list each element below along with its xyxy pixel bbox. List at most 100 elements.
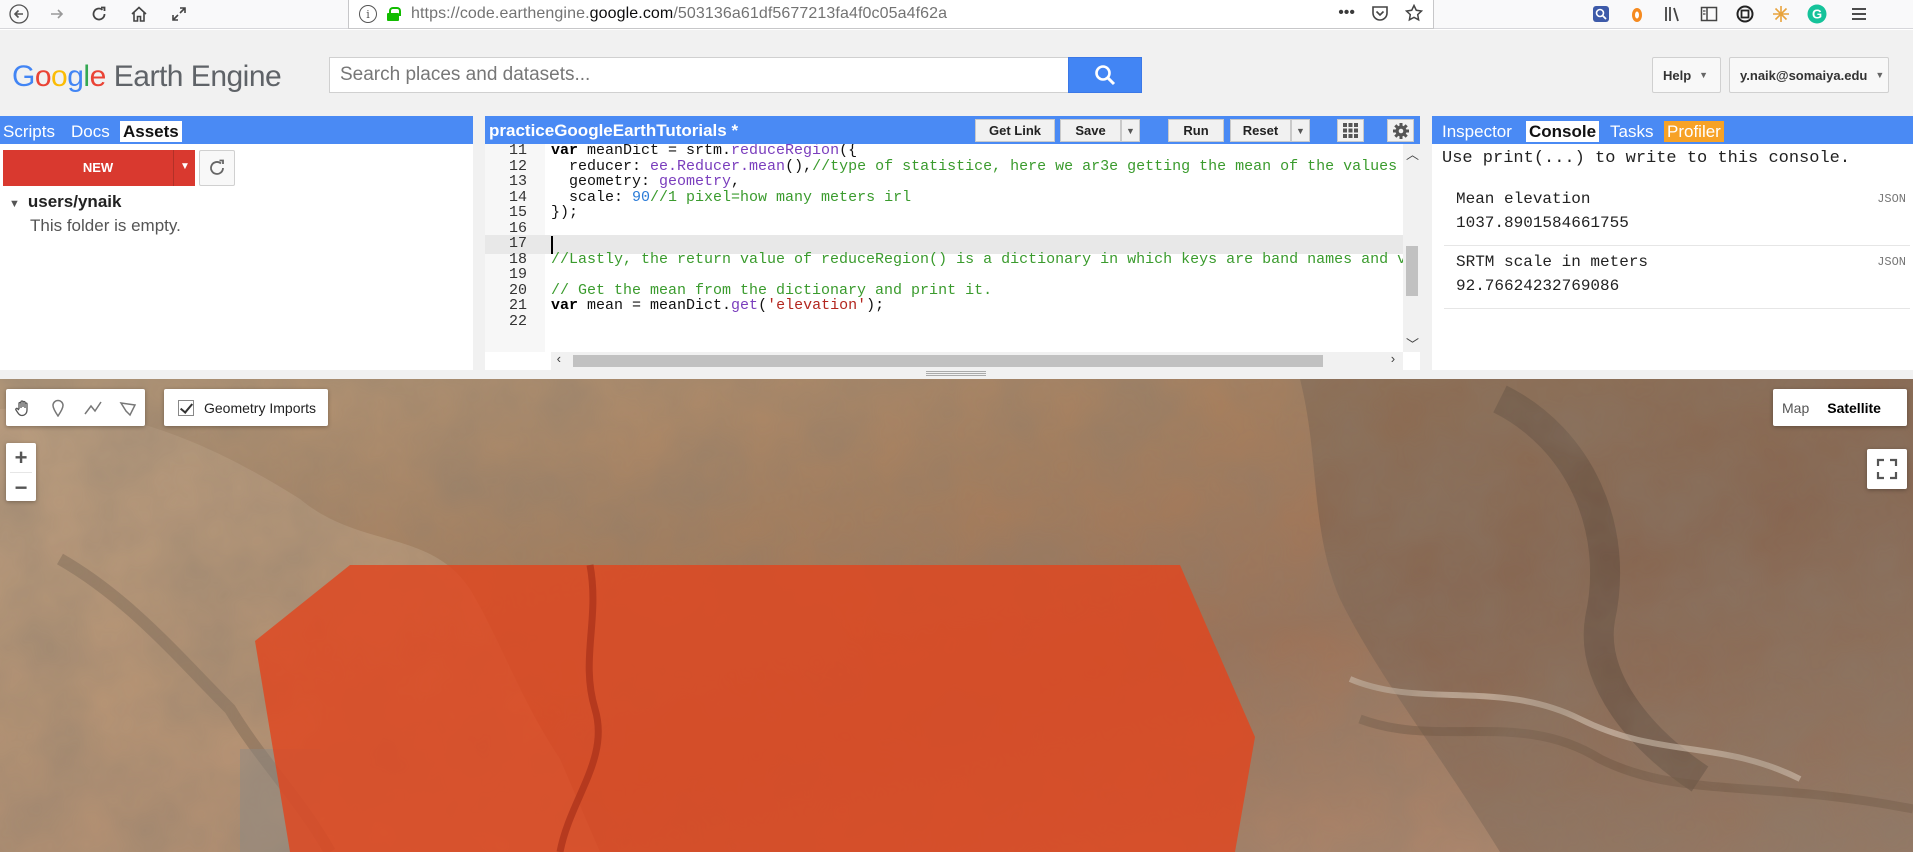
code-text[interactable]: scale: 90//1 pixel=how many meters irl — [551, 189, 911, 206]
chevron-down-icon: ▼ — [1296, 125, 1305, 136]
tab-inspector[interactable]: Inspector — [1439, 121, 1515, 142]
map-splitter[interactable] — [0, 370, 1913, 379]
forward-icon[interactable] — [44, 2, 70, 26]
code-text[interactable]: reducer: ee.Reducer.mean(),//type of sta… — [551, 158, 1397, 175]
url-bar[interactable]: i https://code.earthengine.google.com/50… — [348, 0, 1434, 29]
chevron-down-icon[interactable]: ▼ — [180, 161, 190, 172]
scroll-down-icon[interactable]: ﹀ — [1406, 334, 1419, 353]
back-icon[interactable] — [6, 2, 32, 26]
scroll-left-icon[interactable]: ‹ — [555, 352, 563, 367]
code-text[interactable]: }); — [551, 204, 578, 221]
library-icon[interactable] — [1662, 3, 1684, 25]
left-panel-splitter[interactable] — [473, 116, 485, 370]
reload-icon[interactable] — [86, 2, 112, 26]
search-button[interactable] — [1068, 57, 1142, 93]
extension-lantern-icon[interactable] — [1626, 3, 1648, 25]
bookmark-star-icon[interactable] — [1404, 3, 1424, 27]
run-button[interactable]: Run — [1168, 119, 1224, 142]
pocket-icon[interactable] — [1371, 4, 1389, 27]
refresh-icon — [210, 159, 224, 175]
map-type-map[interactable]: Map — [1773, 400, 1818, 416]
vertical-scrollbar[interactable]: ︿ ﹀ — [1403, 144, 1420, 353]
output-value[interactable]: 92.76624232769086 — [1456, 277, 1619, 295]
account-button[interactable]: y.naik@somaiya.edu ▼ — [1729, 57, 1889, 93]
marker-icon[interactable] — [41, 389, 76, 426]
polygon-tool-icon[interactable] — [110, 389, 145, 426]
save-dropdown-button[interactable]: ▼ — [1121, 119, 1140, 142]
map-type-control: Map Satellite — [1773, 389, 1907, 426]
apps-button[interactable] — [1337, 119, 1364, 142]
zoom-in-button[interactable]: + — [6, 443, 36, 472]
tab-scripts[interactable]: Scripts — [0, 121, 58, 142]
horizontal-scrollbar[interactable]: ‹ › — [551, 352, 1403, 370]
reset-dropdown-button[interactable]: ▼ — [1291, 119, 1310, 142]
geometry-imports-panel[interactable]: Geometry Imports — [164, 389, 328, 426]
resize-icon[interactable] — [166, 2, 192, 26]
lock-icon[interactable] — [387, 7, 401, 21]
tab-assets[interactable]: Assets — [120, 121, 182, 142]
get-link-button[interactable]: Get Link — [975, 119, 1055, 142]
line-number: 13 — [508, 173, 527, 190]
json-badge[interactable]: JSON — [1877, 192, 1906, 206]
script-title: practiceGoogleEarthTutorials * — [489, 121, 739, 140]
code-line[interactable]: 22 — [485, 313, 1403, 332]
reset-button[interactable]: Reset — [1230, 119, 1291, 142]
drawing-tools — [6, 389, 145, 426]
refresh-button[interactable] — [199, 150, 235, 186]
scroll-right-icon[interactable]: › — [1389, 352, 1397, 367]
hand-pan-icon[interactable] — [6, 389, 41, 426]
save-button[interactable]: Save — [1060, 119, 1121, 142]
chevron-down-icon: ▼ — [1699, 70, 1709, 80]
json-badge[interactable]: JSON — [1877, 255, 1906, 269]
map-type-satellite[interactable]: Satellite — [1818, 400, 1890, 416]
fullscreen-icon — [1876, 458, 1898, 480]
info-icon[interactable]: i — [359, 5, 377, 23]
expand-triangle-icon[interactable]: ▼ — [9, 198, 20, 210]
output-label: SRTM scale in meters — [1456, 253, 1649, 271]
code-text[interactable]: //Lastly, the return value of reduceRegi… — [551, 251, 1403, 268]
check-icon[interactable] — [178, 399, 194, 416]
geometry-imports-label: Geometry Imports — [204, 399, 317, 416]
geometry-polygon — [255, 565, 1255, 852]
extension-sparkle-icon[interactable] — [1770, 3, 1792, 25]
right-panel-splitter[interactable] — [1420, 116, 1432, 370]
output-value[interactable]: 1037.8901584661755 — [1456, 214, 1629, 232]
code-text[interactable]: // Get the mean from the dictionary and … — [551, 282, 992, 299]
hamburger-menu-icon[interactable] — [1848, 3, 1870, 25]
chevron-down-icon: ▼ — [1126, 125, 1135, 136]
help-button[interactable]: Help ▼ — [1652, 57, 1721, 93]
tab-profiler[interactable]: Profiler — [1664, 121, 1724, 142]
google-earth-engine-logo[interactable]: Google Earth Engine — [12, 60, 282, 94]
new-button[interactable]: NEW ▼ — [3, 150, 195, 186]
code-text[interactable]: geometry: geometry, — [551, 173, 740, 190]
more-icon[interactable]: ••• — [1338, 4, 1355, 27]
home-icon[interactable] — [126, 2, 152, 26]
code-editor[interactable]: 11 var meanDict = srtm.reduceRegion({12 r… — [485, 144, 1420, 370]
tab-tasks[interactable]: Tasks — [1607, 121, 1656, 142]
code-text[interactable]: var mean = meanDict.get('elevation'); — [551, 297, 884, 314]
text-cursor — [551, 236, 553, 254]
url-text[interactable]: https://code.earthengine.google.com/5031… — [411, 5, 947, 23]
console-panel: Use print(...) to write to this console.… — [1432, 144, 1913, 370]
extension-search-icon[interactable] — [1590, 3, 1612, 25]
search-input[interactable]: Search places and datasets... — [329, 57, 1069, 93]
settings-button[interactable] — [1387, 119, 1414, 142]
extension-circle-icon[interactable] — [1734, 3, 1756, 25]
tab-console[interactable]: Console — [1526, 121, 1600, 142]
map-view[interactable]: Geometry Imports + − Map Satellite — [0, 379, 1913, 852]
chevron-down-icon: ▼ — [1875, 70, 1885, 80]
grammarly-icon[interactable]: G — [1806, 3, 1828, 25]
line-number: 16 — [508, 219, 527, 237]
scroll-up-icon[interactable]: ︿ — [1406, 144, 1419, 163]
tab-docs[interactable]: Docs — [68, 121, 113, 142]
sidebar-icon[interactable] — [1698, 3, 1720, 25]
line-tool-icon[interactable] — [76, 389, 111, 426]
asset-folder[interactable]: ▼ users/ynaik — [9, 192, 121, 212]
line-number: 18 — [508, 250, 527, 268]
left-panel-tabs: Scripts Docs Assets — [0, 116, 473, 144]
fullscreen-button[interactable] — [1867, 449, 1907, 489]
svg-text:G: G — [1812, 7, 1822, 22]
line-number: 19 — [508, 266, 527, 283]
zoom-out-button[interactable]: − — [6, 473, 36, 502]
browser-toolbar: i https://code.earthengine.google.com/50… — [0, 0, 1913, 29]
